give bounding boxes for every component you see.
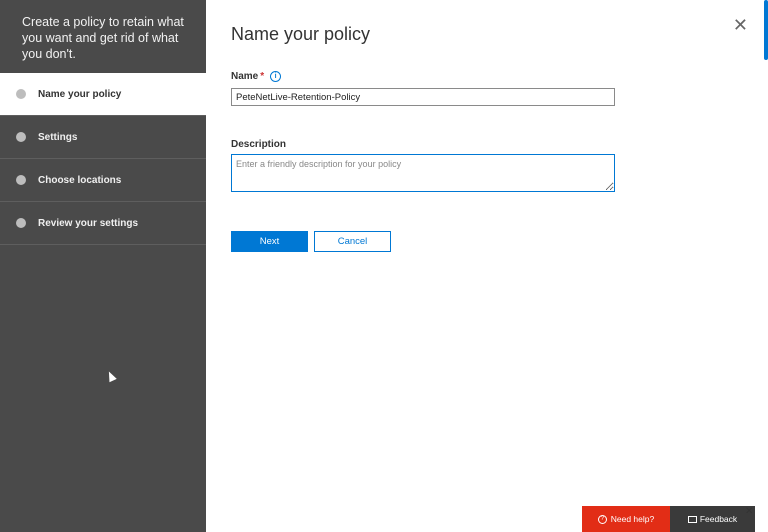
description-field-label: Description	[231, 139, 287, 150]
step-label: Settings	[38, 131, 78, 143]
wizard-intro-text: Create a policy to retain what you want …	[22, 15, 184, 61]
close-icon[interactable]: ✕	[733, 15, 748, 36]
step-label: Choose locations	[38, 174, 122, 186]
cancel-button[interactable]: Cancel	[314, 231, 391, 252]
step-review-your-settings[interactable]: Review your settings	[0, 202, 206, 245]
feedback-label: Feedback	[699, 514, 738, 524]
help-icon: ?	[597, 514, 607, 524]
policy-name-input[interactable]	[231, 88, 615, 106]
step-settings[interactable]: Settings	[0, 116, 206, 159]
main-panel: Name your policy ✕ Name* i Description Ne…	[206, 0, 768, 532]
required-marker: *	[260, 71, 265, 82]
mouse-cursor-icon	[105, 369, 117, 383]
policy-description-input[interactable]	[231, 154, 615, 192]
page-title: Name your policy	[231, 24, 371, 44]
wizard-steps: Name your policy Settings Choose locatio…	[0, 73, 206, 245]
step-label: Name your policy	[38, 88, 122, 100]
step-choose-locations[interactable]: Choose locations	[0, 159, 206, 202]
scrollbar[interactable]	[764, 0, 768, 60]
step-dot-icon	[16, 218, 26, 228]
need-help-button[interactable]: ? Need help?	[582, 506, 670, 532]
info-icon[interactable]: i	[270, 71, 282, 82]
step-dot-icon	[16, 132, 26, 142]
wizard-sidebar: Create a policy to retain what you want …	[0, 0, 206, 532]
feedback-icon	[687, 515, 697, 523]
feedback-button[interactable]: Feedback	[670, 506, 755, 532]
name-label-text: Name	[231, 71, 259, 82]
footer-close-icon[interactable]: ✕	[745, 506, 755, 517]
step-label: Review your settings	[38, 217, 139, 229]
step-name-your-policy[interactable]: Name your policy	[0, 73, 206, 116]
step-dot-icon	[16, 89, 26, 99]
need-help-label: Need help?	[610, 514, 655, 524]
next-button[interactable]: Next	[231, 231, 308, 252]
name-field-label: Name * i	[231, 71, 282, 82]
step-dot-icon	[16, 175, 26, 185]
